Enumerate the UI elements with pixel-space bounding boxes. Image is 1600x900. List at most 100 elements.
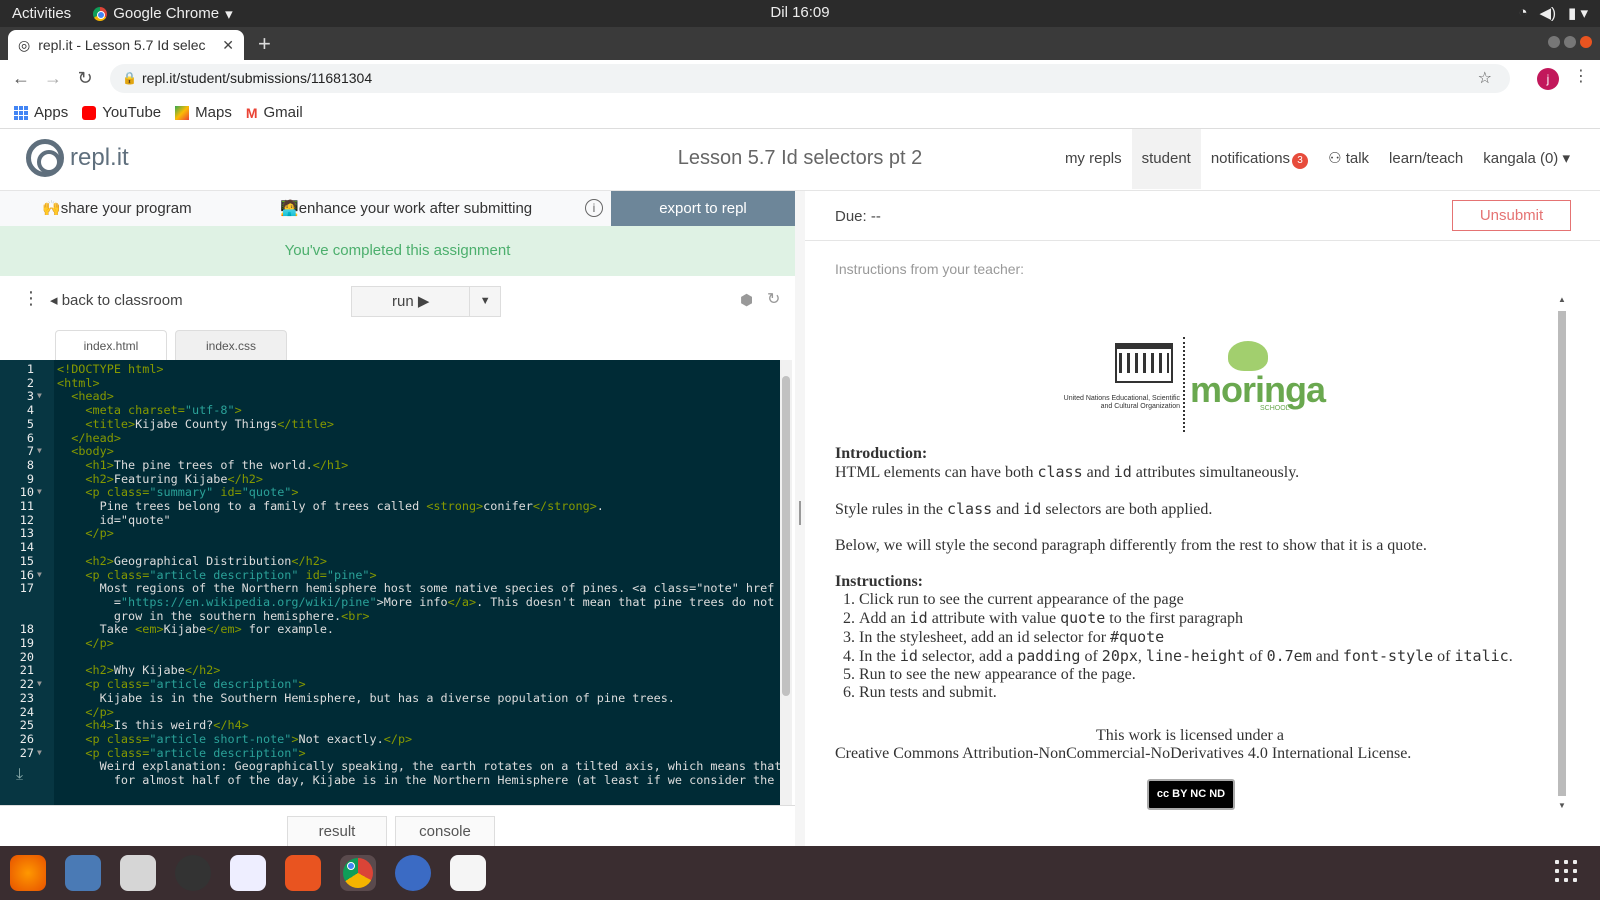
code-line[interactable]: 8 <h1>The pine trees of the world.</h1> (0, 458, 780, 472)
writer-icon[interactable] (230, 855, 266, 891)
code-line[interactable]: 23 Kijabe is in the Southern Hemisphere,… (0, 691, 780, 705)
code-line[interactable]: 14 (0, 540, 780, 554)
code-line[interactable]: 19 </p> (0, 636, 780, 650)
code-line[interactable]: 3 <head> ▼ (0, 389, 780, 403)
browser-tab[interactable]: ◎ repl.it - Lesson 5.7 Id selec ✕ (8, 30, 244, 60)
firefox-icon[interactable] (10, 855, 46, 891)
vertical-dots-menu-icon[interactable]: ⋮ (22, 288, 40, 309)
code-line[interactable]: 25 <h4>Is this weird?</h4> (0, 718, 780, 732)
enhance-work-link[interactable]: 🧑‍💻enhance your work after submitting (280, 199, 532, 217)
system-tray[interactable]: ◔ ◀) ▮ ▾ (1518, 4, 1588, 22)
reset-icon[interactable]: ↻ (767, 289, 780, 309)
editor-scrollbar[interactable] (780, 360, 792, 805)
code-line[interactable]: 17 Most regions of the Northern hemisphe… (0, 581, 780, 595)
minimize-icon[interactable] (1548, 36, 1560, 48)
run-button[interactable]: run ▶ (352, 287, 471, 316)
code-editor[interactable]: 1 <!DOCTYPE html> 2 <html> 3 <head> ▼ 4 <meta … (0, 360, 780, 805)
nav-notifications[interactable]: notifications 3 (1201, 129, 1318, 189)
package-icon[interactable]: ⬢ (740, 291, 753, 309)
code-line[interactable]: 5 <title>Kijabe County Things</title> (0, 417, 780, 431)
profile-avatar[interactable]: j (1537, 68, 1559, 90)
bookmark-gmail[interactable]: M Gmail (246, 104, 303, 121)
code-line[interactable]: 15 <h2>Geographical Distribution</h2> (0, 554, 780, 568)
bookmark-star-icon[interactable]: ☆ (1478, 64, 1492, 93)
amazon-icon[interactable] (450, 855, 486, 891)
code-line[interactable]: Weird explanation: Geographically speaki… (0, 759, 780, 773)
code-line[interactable]: 22 <p class="article description"> ▼ (0, 677, 780, 691)
code-line[interactable]: 26 <p class="article short-note">Not exa… (0, 732, 780, 746)
show-applications-icon[interactable] (1555, 860, 1577, 882)
close-window-icon[interactable] (1580, 36, 1592, 48)
rhythmbox-icon[interactable] (175, 855, 211, 891)
bookmark-youtube[interactable]: YouTube (82, 104, 161, 121)
code-line[interactable]: 21 <h2>Why Kijabe</h2> (0, 663, 780, 677)
url-input[interactable]: 🔒 repl.it/student/submissions/11681304 ☆ (110, 64, 1510, 93)
back-to-classroom-link[interactable]: ◂ back to classroom (50, 291, 183, 309)
code-line[interactable]: 1 <!DOCTYPE html> (0, 362, 780, 376)
clock[interactable]: Dil 16:09 (770, 4, 829, 21)
code-line[interactable]: ="https://en.wikipedia.org/wiki/pine">Mo… (0, 595, 780, 609)
pane-resizer[interactable] (795, 191, 805, 846)
code-line[interactable]: 4 <meta charset="utf-8"> (0, 403, 780, 417)
fold-arrow-icon[interactable]: ▼ (37, 389, 42, 403)
code-line[interactable]: 11 Pine trees belong to a family of tree… (0, 499, 780, 513)
fold-arrow-icon[interactable]: ▼ (37, 746, 42, 760)
bookmark-maps[interactable]: Maps (175, 104, 232, 121)
chrome-menu-icon[interactable]: ⋮ (1573, 66, 1589, 86)
code-line[interactable]: 13 </p> (0, 526, 780, 540)
scrollbar-thumb[interactable] (1558, 311, 1566, 796)
close-tab-icon[interactable]: ✕ (222, 37, 234, 54)
software-center-icon[interactable] (285, 855, 321, 891)
nav-label: notifications (1210, 150, 1291, 167)
tab-index-html[interactable]: index.html (55, 330, 167, 360)
help-icon[interactable] (395, 855, 431, 891)
cc-license-badge[interactable]: cc BY NC ND (1147, 779, 1235, 810)
unsubmit-button[interactable]: Unsubmit (1452, 200, 1571, 231)
download-icon[interactable]: ⤓ (16, 766, 23, 784)
code-text: <h4>Is this weird?</h4> (85, 718, 249, 733)
files-icon[interactable] (120, 855, 156, 891)
tab-console[interactable]: console (395, 816, 495, 846)
export-to-repl-button[interactable]: export to repl (611, 191, 795, 226)
code-line[interactable]: 16 <p class="article description" id="pi… (0, 568, 780, 582)
fold-arrow-icon[interactable]: ▼ (37, 677, 42, 691)
code-line[interactable]: 24 </p> (0, 705, 780, 719)
code-line[interactable]: 27 <p class="article description"> ▼ (0, 746, 780, 760)
code-line[interactable]: grow in the southern hemisphere.<br> (0, 609, 780, 623)
code-line[interactable]: 20 (0, 650, 780, 664)
run-dropdown-icon[interactable]: ▼ (470, 287, 500, 316)
forward-arrow-icon[interactable]: → (42, 68, 64, 89)
nav-student[interactable]: student (1131, 129, 1201, 189)
tab-index-css[interactable]: index.css (175, 330, 287, 360)
scrollbar-thumb[interactable] (782, 376, 790, 696)
back-arrow-icon[interactable]: ← (10, 68, 32, 89)
fold-arrow-icon[interactable]: ▼ (37, 444, 42, 458)
code-line[interactable]: 9 <h2>Featuring Kijabe</h2> (0, 472, 780, 486)
license-link[interactable]: Creative Commons Attribution-NonCommerci… (835, 745, 1545, 763)
app-menu[interactable]: Google Chrome ▾ (93, 5, 233, 23)
share-program-link[interactable]: 🙌share your program (42, 199, 192, 217)
nav-learn-teach[interactable]: learn/teach (1379, 129, 1473, 189)
maximize-icon[interactable] (1564, 36, 1576, 48)
tab-result[interactable]: result (287, 816, 387, 846)
code-line[interactable]: 2 <html> (0, 376, 780, 390)
fold-arrow-icon[interactable]: ▼ (37, 568, 42, 582)
nav-my-repls[interactable]: my repls (1055, 129, 1132, 189)
code-line[interactable]: 10 <p class="summary" id="quote"> ▼ (0, 485, 780, 499)
code-line[interactable]: 12 id="quote" (0, 513, 780, 527)
thunderbird-icon[interactable] (65, 855, 101, 891)
instructions-scrollbar[interactable]: ▲ ▼ (1556, 295, 1568, 821)
code-line[interactable]: for almost half of the day, Kijabe is in… (0, 773, 780, 787)
nav-user-menu[interactable]: kangala (0) ▾ (1473, 129, 1580, 189)
reload-icon[interactable]: ↻ (74, 68, 96, 89)
info-icon[interactable]: i (585, 199, 603, 217)
code-line[interactable]: 18 Take <em>Kijabe</em> for example. (0, 622, 780, 636)
bookmark-apps[interactable]: Apps (14, 104, 68, 121)
new-tab-icon[interactable]: + (258, 31, 271, 57)
code-line[interactable]: 6 </head> (0, 431, 780, 445)
chrome-dock-item[interactable] (340, 855, 376, 891)
nav-talk[interactable]: ⚇ talk (1318, 129, 1379, 189)
code-line[interactable]: 7 <body> ▼ (0, 444, 780, 458)
fold-arrow-icon[interactable]: ▼ (37, 485, 42, 499)
activities-button[interactable]: Activities (12, 5, 71, 22)
